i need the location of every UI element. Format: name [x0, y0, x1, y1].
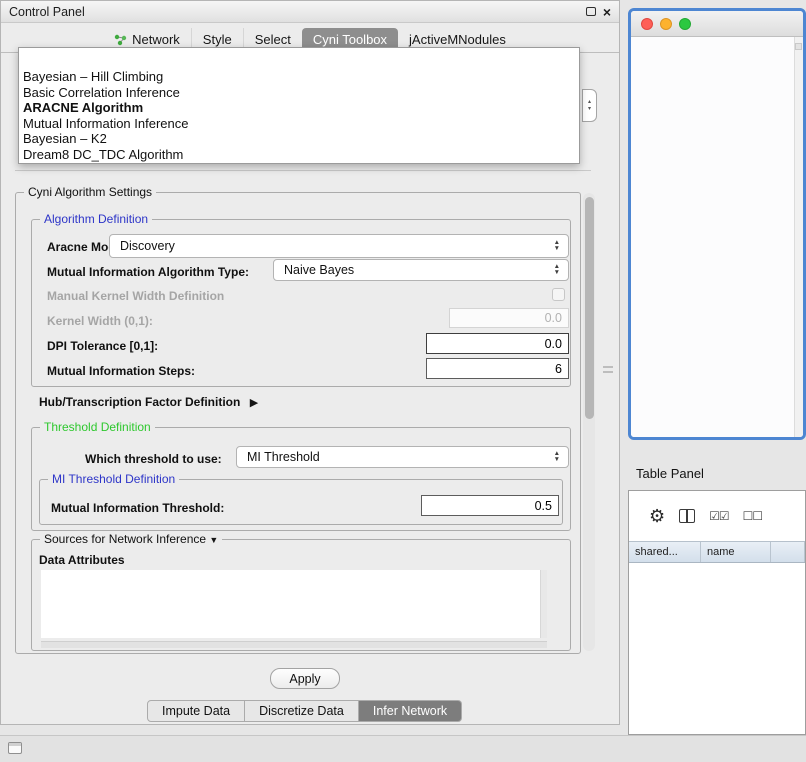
algorithm-option[interactable]: ARACNE Algorithm	[19, 100, 579, 116]
mi-steps-field[interactable]: 6	[426, 358, 569, 379]
table-body	[629, 563, 805, 734]
dropdown-placeholder	[19, 50, 579, 69]
manual-kernel-label: Manual Kernel Width Definition	[47, 289, 224, 303]
which-threshold-value: MI Threshold	[247, 450, 320, 464]
combo-arrows-icon: ▲▼	[554, 240, 560, 252]
hub-section-label: Hub/Transcription Factor Definition	[39, 395, 240, 409]
group-title: Cyni Algorithm Settings	[24, 185, 156, 199]
aracne-mode-select[interactable]: Discovery ▲▼	[109, 234, 569, 258]
settings-scrollbar-thumb[interactable]	[585, 197, 594, 419]
tab-discretize-data[interactable]: Discretize Data	[245, 700, 359, 722]
algorithm-option-list: Bayesian – Hill ClimbingBasic Correlatio…	[19, 69, 579, 163]
chevron-down-icon: ▼	[209, 535, 218, 545]
network-icon	[114, 33, 127, 46]
network-view-window	[628, 8, 806, 440]
select-all-checkboxes-icon[interactable]: ☑☑	[709, 509, 729, 523]
mi-steps-value: 6	[555, 362, 562, 376]
mi-threshold-field[interactable]: 0.5	[421, 495, 559, 516]
attributes-horizontal-scrollbar[interactable]	[41, 641, 547, 648]
status-bar	[0, 735, 806, 762]
tab-label: Cyni Toolbox	[313, 32, 387, 47]
algorithm-option[interactable]: Dream8 DC_TDC Algorithm	[19, 147, 579, 163]
group-title: Algorithm Definition	[40, 212, 152, 226]
splitter-grip[interactable]	[603, 363, 613, 377]
network-window-titlebar	[631, 11, 803, 37]
cyni-mode-tabs: Impute Data Discretize Data Infer Networ…	[147, 700, 462, 722]
attributes-vertical-scrollbar[interactable]	[540, 570, 547, 638]
gear-icon[interactable]: ⚙	[649, 507, 665, 525]
sources-title: Sources for Network Inference	[44, 532, 206, 546]
dpi-tolerance-field[interactable]: 0.0	[426, 333, 569, 354]
deselect-all-checkboxes-icon[interactable]: ☐☐	[743, 509, 763, 523]
algorithm-option[interactable]: Bayesian – Hill Climbing	[19, 69, 579, 85]
network-canvas[interactable]	[631, 37, 803, 437]
kernel-width-label: Kernel Width (0,1):	[47, 314, 153, 328]
algorithm-option[interactable]: Mutual Information Inference	[19, 116, 579, 132]
hub-section-toggle[interactable]: Hub/Transcription Factor Definition ▶	[39, 395, 258, 409]
table-panel-window: ⚙ ☑☑ ☐☐ shared... name	[628, 490, 806, 735]
aracne-mode-value: Discovery	[120, 239, 175, 253]
panel-dock-icon[interactable]	[8, 742, 22, 754]
float-window-icon[interactable]	[586, 7, 596, 16]
tab-label: Style	[203, 32, 232, 47]
algorithm-combo-stepper-fragment[interactable]: ▴▾	[582, 89, 597, 122]
chevron-right-icon: ▶	[250, 397, 258, 409]
group-title: MI Threshold Definition	[48, 472, 179, 486]
window-title: Control Panel	[9, 5, 85, 19]
close-icon[interactable]: ×	[603, 5, 611, 19]
dpi-tolerance-value: 0.0	[545, 337, 562, 351]
mi-type-select[interactable]: Naive Bayes ▲▼	[273, 259, 569, 281]
table-toolbar: ⚙ ☑☑ ☐☐	[629, 491, 805, 541]
network-scrollbar-button[interactable]	[795, 43, 802, 50]
combo-arrows-icon: ▲▼	[554, 451, 560, 463]
table-header: shared... name	[629, 541, 805, 563]
data-attributes-list[interactable]	[41, 570, 547, 638]
mi-type-value: Naive Bayes	[284, 263, 354, 277]
mi-steps-label: Mutual Information Steps:	[47, 364, 195, 378]
column-header-shared-name[interactable]: shared...	[629, 542, 701, 562]
sources-section-toggle[interactable]: Sources for Network Inference ▼	[40, 532, 222, 546]
kernel-width-field[interactable]: 0.0	[449, 308, 569, 328]
tab-label: Network	[132, 32, 180, 47]
column-header-name[interactable]: name	[701, 542, 771, 562]
algorithm-option[interactable]: Bayesian – K2	[19, 131, 579, 147]
zoom-traffic-light[interactable]	[679, 18, 691, 30]
which-threshold-label: Which threshold to use:	[85, 452, 222, 466]
column-header-extra[interactable]	[771, 542, 805, 562]
network-scrollbar[interactable]	[794, 37, 803, 437]
mi-threshold-label: Mutual Information Threshold:	[51, 501, 224, 515]
manual-kernel-checkbox[interactable]	[552, 288, 565, 301]
which-threshold-select[interactable]: MI Threshold ▲▼	[236, 446, 569, 468]
dpi-tolerance-label: DPI Tolerance [0,1]:	[47, 339, 158, 353]
tab-label: Select	[255, 32, 291, 47]
kernel-width-value: 0.0	[545, 311, 562, 325]
algorithm-option[interactable]: Basic Correlation Inference	[19, 85, 579, 101]
network-svg	[631, 37, 794, 437]
tab-infer-network[interactable]: Infer Network	[359, 700, 462, 722]
algorithm-dropdown-popup: Bayesian – Hill ClimbingBasic Correlatio…	[18, 47, 580, 164]
data-attributes-label: Data Attributes	[39, 553, 125, 567]
mi-type-label: Mutual Information Algorithm Type:	[47, 265, 249, 279]
control-panel-titlebar: Control Panel ×	[1, 1, 619, 23]
table-panel-title: Table Panel	[636, 466, 704, 481]
tab-impute-data[interactable]: Impute Data	[147, 700, 245, 722]
combo-arrows-icon: ▲▼	[554, 264, 560, 276]
apply-button[interactable]: Apply	[270, 668, 340, 689]
columns-icon[interactable]	[679, 509, 695, 523]
close-traffic-light[interactable]	[641, 18, 653, 30]
panel-divider-line	[15, 170, 591, 171]
mi-threshold-value: 0.5	[535, 499, 552, 513]
minimize-traffic-light[interactable]	[660, 18, 672, 30]
group-title: Threshold Definition	[40, 420, 155, 434]
tab-label: jActiveMNodules	[409, 32, 506, 47]
